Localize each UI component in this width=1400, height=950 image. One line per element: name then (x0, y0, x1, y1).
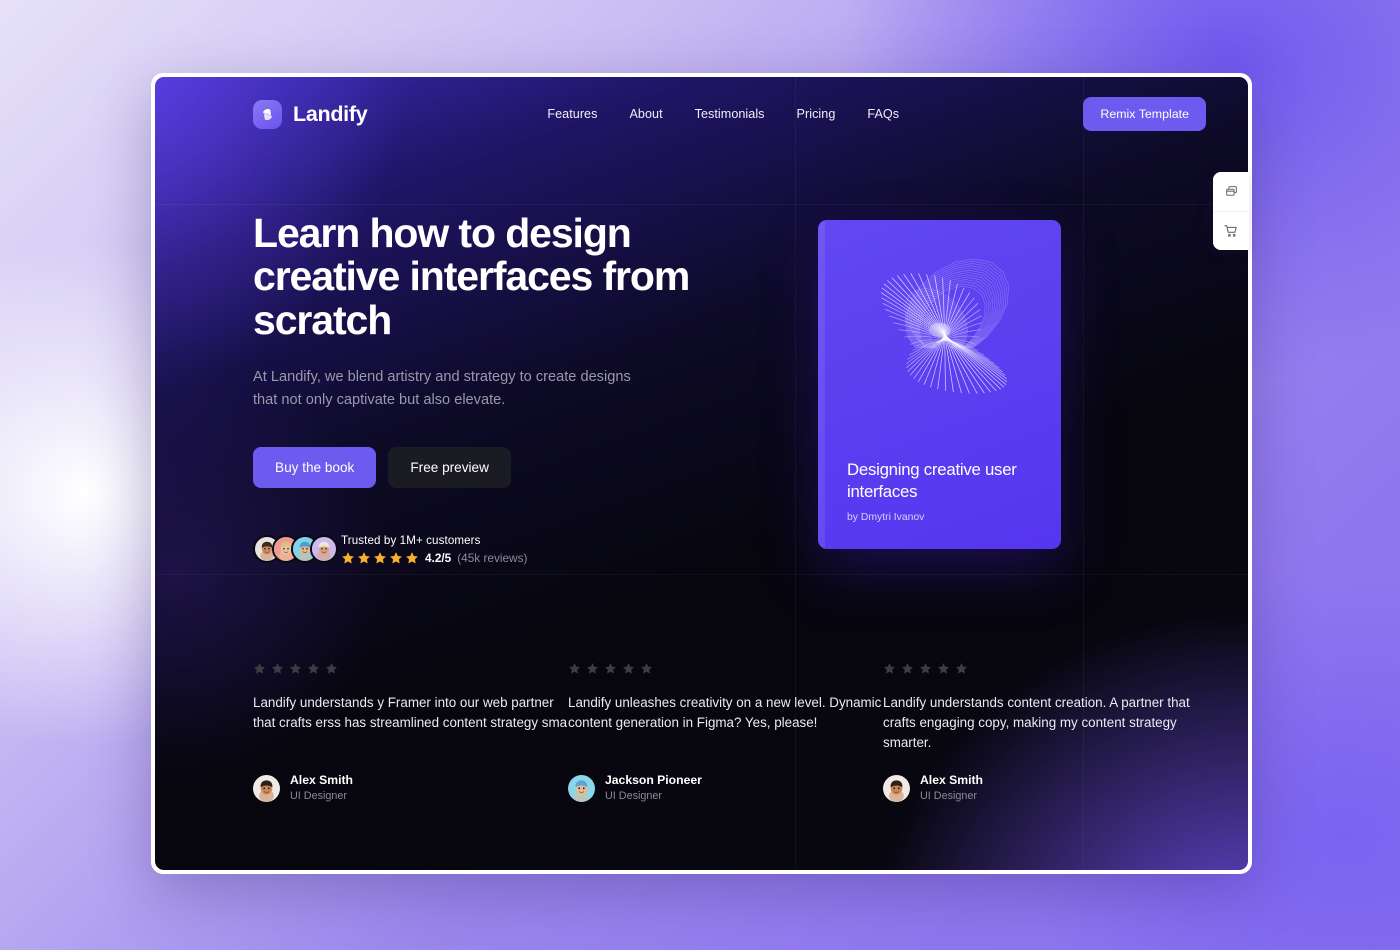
testimonial-quote-1: Landify understands y Framer into our we… (253, 695, 568, 730)
rating-stars (341, 551, 419, 565)
testimonial-stars-3 (883, 662, 1198, 675)
testimonial-author-role-2: UI Designer (605, 789, 663, 802)
mobius-wireframe-illustration (880, 258, 1010, 394)
testimonial-author-role-3: UI Designer (920, 789, 978, 802)
alex-smith-avatar (253, 774, 280, 802)
hero-subheadline: At Landify, we blend artistry and strate… (253, 369, 631, 408)
testimonial-author-name-3: Alex Smith (920, 773, 983, 787)
star-icon (883, 662, 896, 675)
landing-page-canvas: Landify Features About Testimonials Pric… (155, 77, 1248, 870)
star-icon (253, 662, 266, 675)
star-icon (405, 551, 419, 565)
testimonial-author-block-2: Jackson Pioneer UI Designer (568, 773, 883, 803)
testimonial-card-2: Landify unleashes creativity on a new le… (568, 662, 883, 803)
nav-link-faqs[interactable]: FAQs (867, 107, 899, 121)
free-preview-button[interactable]: Free preview (388, 446, 511, 488)
star-icon (937, 662, 950, 675)
page-backdrop: Landify Features About Testimonials Pric… (0, 0, 1400, 950)
star-icon (604, 662, 617, 675)
star-icon (919, 662, 932, 675)
star-icon (341, 551, 355, 565)
nav-link-about[interactable]: About (629, 107, 662, 121)
testimonial-quote-2: Landify unleashes creativity on a new le… (568, 695, 882, 730)
star-icon (622, 662, 635, 675)
hero-section: Learn how to design creative interfaces … (253, 210, 723, 565)
testimonial-author-text-1: Alex Smith UI Designer (290, 773, 353, 803)
star-icon (357, 551, 371, 565)
testimonial-stars-2 (568, 662, 883, 675)
social-proof-block: Trusted by 1M+ customers 4.2/5 (45k revi… (253, 534, 723, 565)
nav-link-pricing[interactable]: Pricing (797, 107, 836, 121)
browser-canvas-frame: Landify Features About Testimonials Pric… (151, 73, 1252, 874)
star-icon (640, 662, 653, 675)
testimonial-quote-3: Landify understands content creation. A … (883, 695, 1190, 750)
testimonial-stars-1 (253, 662, 568, 675)
customer-avatar-4 (310, 535, 338, 564)
brand-name-text: Landify (293, 101, 368, 126)
trusted-by-text: Trusted by 1M+ customers (341, 533, 481, 547)
review-count: (45k reviews) (457, 550, 528, 565)
testimonial-author-text-3: Alex Smith UI Designer (920, 773, 983, 803)
nav-links-group: Features About Testimonials Pricing FAQs (547, 107, 899, 121)
jackson-pioneer-avatar (568, 774, 595, 802)
star-icon (271, 662, 284, 675)
book-spine (818, 220, 825, 549)
testimonial-author-name-1: Alex Smith (290, 773, 353, 787)
brand-logo[interactable]: Landify (253, 99, 368, 129)
rating-row: 4.2/5 (45k reviews) (341, 551, 527, 565)
nav-link-testimonials[interactable]: Testimonials (695, 107, 765, 121)
remix-template-button[interactable]: Remix Template (1083, 97, 1206, 131)
star-icon (955, 662, 968, 675)
landify-logo-icon (253, 99, 282, 129)
main-navbar: Landify Features About Testimonials Pric… (155, 77, 1248, 151)
book-author: by Dmytri Ivanov (847, 512, 925, 523)
star-icon (289, 662, 302, 675)
floating-side-toolbar (1213, 172, 1249, 250)
hero-headline: Learn how to design creative interfaces … (253, 210, 690, 343)
rating-score: 4.2/5 (425, 550, 452, 565)
buy-the-book-button[interactable]: Buy the book (253, 446, 377, 488)
social-proof-text-group: Trusted by 1M+ customers 4.2/5 (45k revi… (341, 534, 527, 565)
grid-line-horizontal-2 (155, 574, 1248, 575)
star-icon (586, 662, 599, 675)
testimonial-author-name-2: Jackson Pioneer (605, 773, 702, 787)
shopping-cart-icon[interactable] (1213, 211, 1249, 250)
testimonial-author-role-1: UI Designer (290, 789, 348, 802)
testimonials-section: Landify understands y Framer into our we… (253, 662, 1190, 803)
star-icon (307, 662, 320, 675)
grid-line-horizontal-1 (155, 204, 1248, 205)
customer-avatar-stack (253, 535, 338, 564)
hero-action-buttons: Buy the book Free preview (253, 446, 723, 488)
testimonial-author-text-2: Jackson Pioneer UI Designer (605, 773, 702, 803)
book-text-group: Designing creative user interfaces by Dm… (847, 459, 1043, 523)
testimonial-card-3: Landify understands content creation. A … (883, 662, 1198, 803)
star-icon (389, 551, 403, 565)
testimonial-author-block-1: Alex Smith UI Designer (253, 773, 568, 803)
book-title: Designing creative user interfaces (847, 460, 1017, 501)
star-icon (325, 662, 338, 675)
testimonial-card-1: Landify understands y Framer into our we… (253, 662, 568, 803)
star-icon (373, 551, 387, 565)
star-icon (901, 662, 914, 675)
testimonial-author-block-3: Alex Smith UI Designer (883, 773, 1198, 803)
alex-smith-avatar (883, 774, 910, 802)
nav-link-features[interactable]: Features (547, 107, 597, 121)
book-cover-card[interactable]: Designing creative user interfaces by Dm… (818, 220, 1061, 549)
duplicate-windows-icon[interactable] (1213, 172, 1249, 211)
star-icon (568, 662, 581, 675)
